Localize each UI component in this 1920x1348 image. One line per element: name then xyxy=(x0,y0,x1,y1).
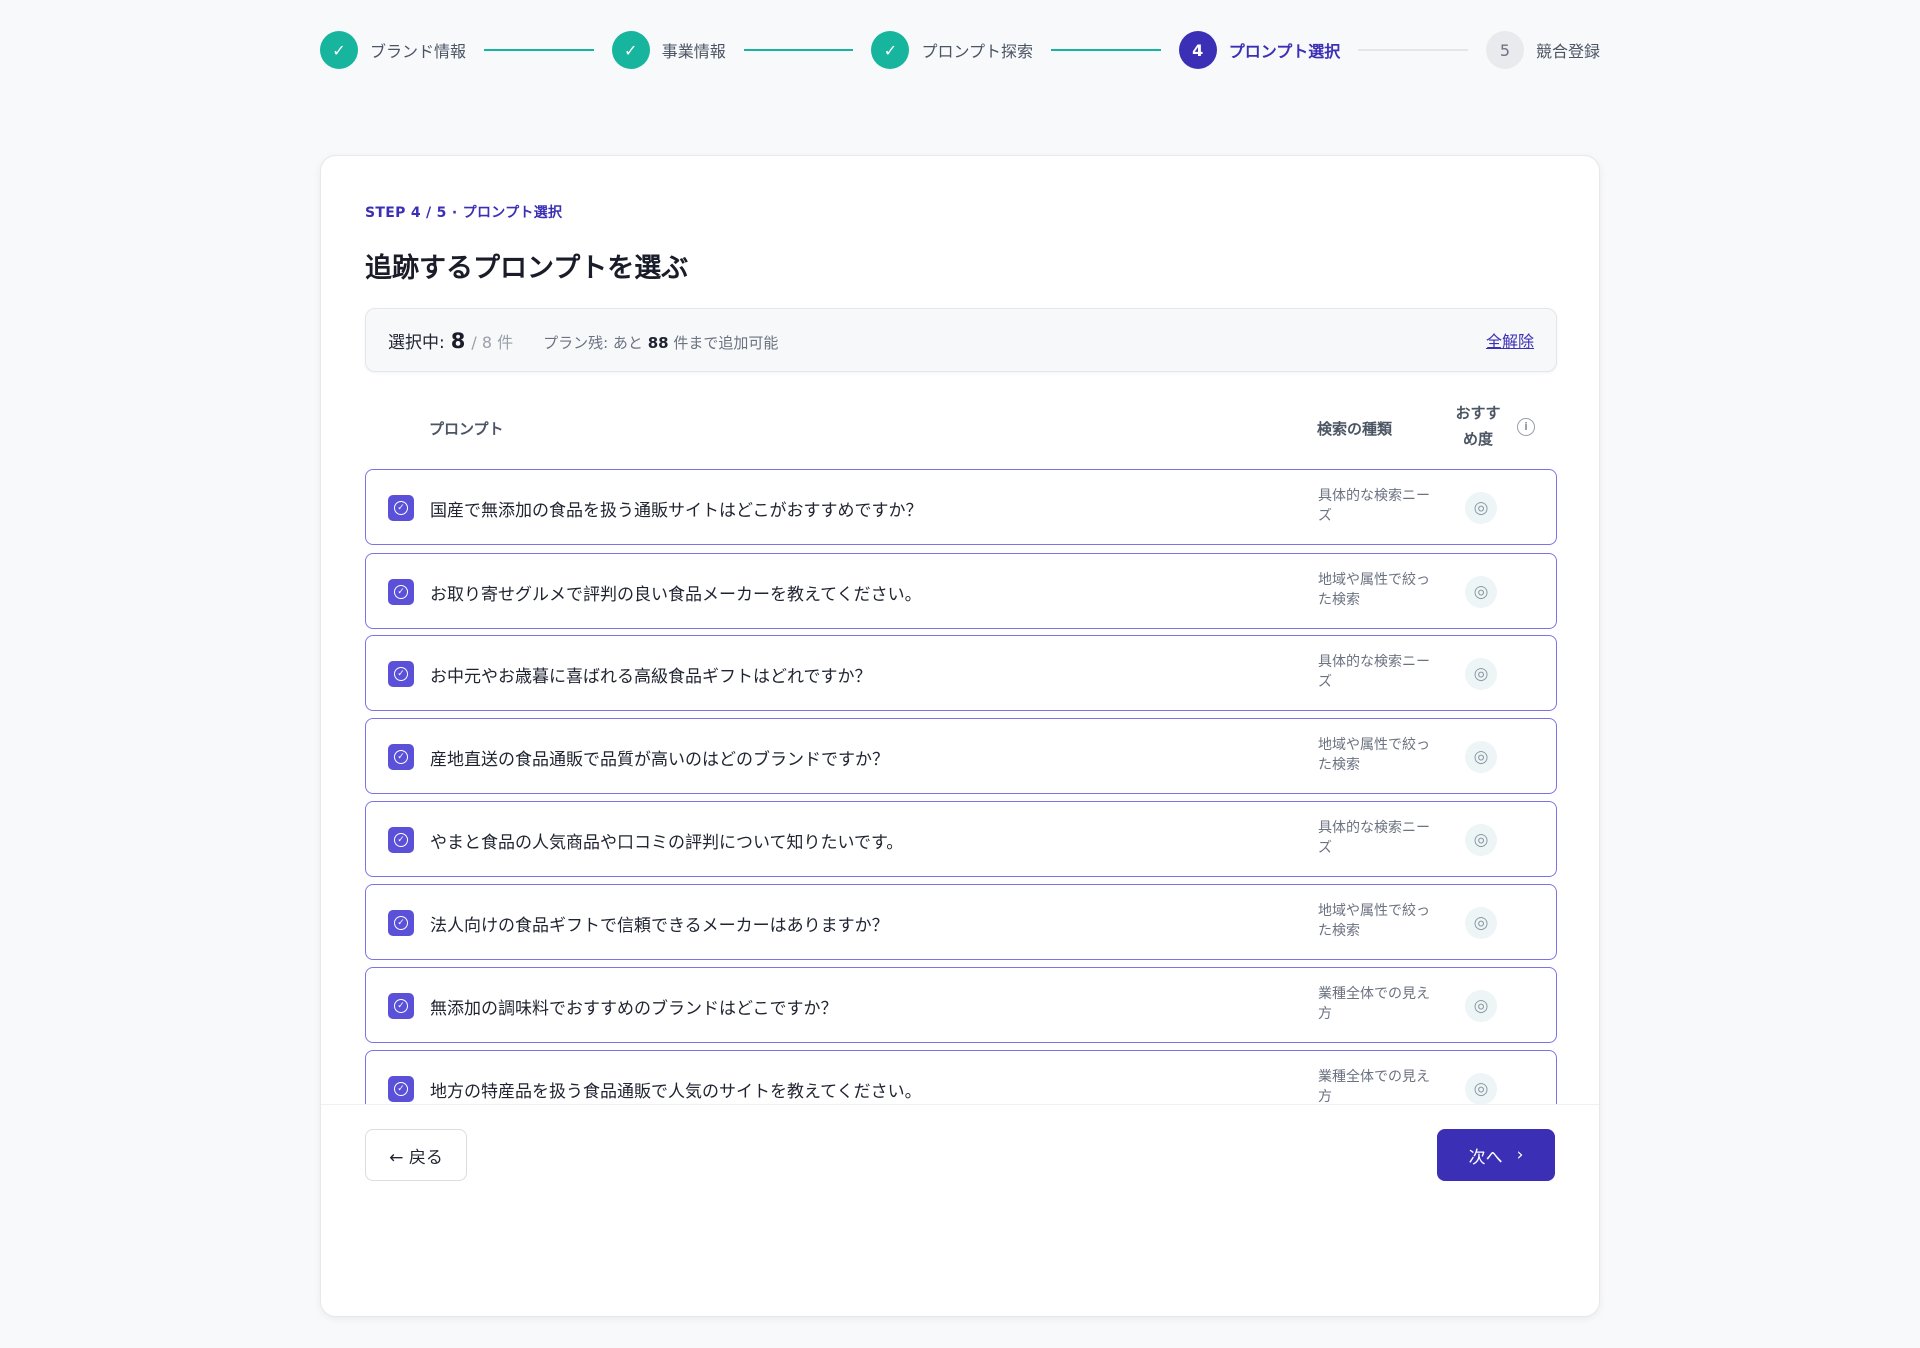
checkbox-checked[interactable]: ✓ xyxy=(388,827,414,853)
checkbox-checked[interactable]: ✓ xyxy=(388,495,414,521)
clear-all-link[interactable]: 全解除 xyxy=(1486,328,1534,352)
search-type: 具体的な検索ニーズ xyxy=(1318,654,1430,690)
prompt-row[interactable]: ✓ 法人向けの食品ギフトで信頼できるメーカーはありますか？ 地域や属性で絞った検… xyxy=(365,884,1557,960)
selected-count: 8 xyxy=(450,328,466,353)
search-type: 地域や属性で絞った検索 xyxy=(1318,572,1430,608)
recommend-icon: ◎ xyxy=(1465,741,1497,773)
plan-remaining-count: 88 xyxy=(647,333,669,352)
step-label: 事業情報 xyxy=(661,42,726,61)
page-title: 追跡するプロンプトを選ぶ xyxy=(365,253,689,284)
step-label: プロンプト選択 xyxy=(1228,42,1341,61)
table-header: プロンプト 検索の種類 おすすめ度 i xyxy=(365,396,1557,456)
check-icon: ✓ xyxy=(394,916,408,930)
checkbox-checked[interactable]: ✓ xyxy=(388,579,414,605)
card-footer: ← 戻る 次へ › xyxy=(321,1104,1599,1316)
step-connector xyxy=(484,49,594,51)
recommend-icon: ◎ xyxy=(1465,824,1497,856)
prompt-row[interactable]: ✓ 産地直送の食品通販で品質が高いのはどのブランドですか？ 地域や属性で絞った検… xyxy=(365,718,1557,794)
recommend-icon: ◎ xyxy=(1465,658,1497,690)
search-type: 業種全体での見え方 xyxy=(1318,986,1430,1022)
check-icon: ✓ xyxy=(394,667,408,681)
column-header-prompt: プロンプト xyxy=(429,420,504,438)
prompt-text: 産地直送の食品通販で品質が高いのはどのブランドですか？ xyxy=(430,750,889,770)
step-business-info[interactable]: ✓ 事業情報 xyxy=(611,31,726,69)
chevron-right-icon: › xyxy=(1516,1145,1524,1165)
checkbox-checked[interactable]: ✓ xyxy=(388,910,414,936)
step-connector xyxy=(743,49,854,51)
prompt-row[interactable]: ✓ 国産で無添加の食品を扱う通販サイトはどこがおすすめですか？ 具体的な検索ニー… xyxy=(365,469,1557,545)
selection-summary: 選択中: 8 / 8 件 プラン残: あと 88 件まで追加可能 全解除 xyxy=(365,308,1557,372)
check-icon: ✓ xyxy=(611,31,650,69)
search-type: 地域や属性で絞った検索 xyxy=(1318,737,1430,773)
check-icon: ✓ xyxy=(394,585,408,599)
plan-suffix: 件まで追加可能 xyxy=(673,333,779,352)
info-icon[interactable]: i xyxy=(1517,418,1535,436)
next-label: 次へ xyxy=(1468,1147,1503,1168)
step-connector xyxy=(1051,49,1161,51)
recommend-icon: ◎ xyxy=(1465,907,1497,939)
selected-total: / 8 件 xyxy=(471,332,514,352)
search-type: 地域や属性で絞った検索 xyxy=(1318,903,1430,939)
check-icon: ✓ xyxy=(394,1082,408,1096)
search-type: 業種全体での見え方 xyxy=(1318,1069,1430,1104)
search-type: 具体的な検索ニーズ xyxy=(1318,488,1430,524)
prompt-row[interactable]: ✓ やまと食品の人気商品や口コミの評判について知りたいです。 具体的な検索ニーズ… xyxy=(365,801,1557,877)
recommend-icon: ◎ xyxy=(1465,576,1497,608)
step-brand-info[interactable]: ✓ ブランド情報 xyxy=(320,31,466,69)
check-icon: ✓ xyxy=(394,999,408,1013)
recommend-icon: ◎ xyxy=(1465,1073,1497,1104)
step-label: プロンプト探索 xyxy=(921,42,1033,61)
check-icon: ✓ xyxy=(394,833,408,847)
step-label: 競合登録 xyxy=(1535,42,1600,61)
prompt-row[interactable]: ✓ 無添加の調味料でおすすめのブランドはどこですか？ 業種全体での見え方 ◎ xyxy=(365,967,1557,1043)
prompt-text: やまと食品の人気商品や口コミの評判について知りたいです。 xyxy=(430,833,904,853)
step-competitor-register: 5 競合登録 xyxy=(1485,31,1600,69)
checkbox-checked[interactable]: ✓ xyxy=(388,661,414,687)
checkbox-checked[interactable]: ✓ xyxy=(388,744,414,770)
search-type: 具体的な検索ニーズ xyxy=(1318,820,1430,856)
plan-remaining-text: プラン残: あと 88 件まで追加可能 xyxy=(543,332,778,353)
prompt-text: 法人向けの食品ギフトで信頼できるメーカーはありますか？ xyxy=(430,916,889,936)
plan-prefix: プラン残: あと xyxy=(543,333,643,352)
selected-label: 選択中: xyxy=(388,332,445,353)
step-label: ブランド情報 xyxy=(370,42,467,61)
check-icon: ✓ xyxy=(871,31,910,69)
back-button[interactable]: ← 戻る xyxy=(365,1129,467,1181)
check-icon: ✓ xyxy=(394,501,408,515)
prompt-text: 国産で無添加の食品を扱う通販サイトはどこがおすすめですか？ xyxy=(430,501,923,521)
step-connector xyxy=(1358,49,1468,51)
progress-stepper: ✓ ブランド情報 ✓ 事業情報 ✓ プロンプト探索 4 プロンプト選択 5 競合… xyxy=(320,30,1600,70)
prompt-text: お中元やお歳暮に喜ばれる高級食品ギフトはどれですか？ xyxy=(430,667,872,687)
step-prompt-explore[interactable]: ✓ プロンプト探索 xyxy=(871,31,1033,69)
prompt-row[interactable]: ✓ 地方の特産品を扱う食品通販で人気のサイトを教えてください。 業種全体での見え… xyxy=(365,1050,1557,1104)
prompt-text: お取り寄せグルメで評判の良い食品メーカーを教えてください。 xyxy=(430,585,922,605)
recommend-icon: ◎ xyxy=(1465,492,1497,524)
prompt-list[interactable]: ✓ 国産で無添加の食品を扱う通販サイトはどこがおすすめですか？ 具体的な検索ニー… xyxy=(365,469,1557,1104)
next-button[interactable]: 次へ › xyxy=(1437,1129,1555,1181)
checkbox-checked[interactable]: ✓ xyxy=(388,993,414,1019)
column-header-recommend: おすすめ度 xyxy=(1455,404,1501,448)
step-number: 5 xyxy=(1485,31,1524,69)
step-prompt-select: 4 プロンプト選択 xyxy=(1178,31,1341,69)
prompt-select-card: STEP 4 / 5 · プロンプト選択 追跡するプロンプトを選ぶ 選択中: 8… xyxy=(320,155,1600,1317)
check-icon: ✓ xyxy=(394,750,408,764)
recommend-icon: ◎ xyxy=(1465,990,1497,1022)
prompt-row[interactable]: ✓ お取り寄せグルメで評判の良い食品メーカーを教えてください。 地域や属性で絞っ… xyxy=(365,553,1557,629)
check-icon: ✓ xyxy=(320,31,358,69)
prompt-text: 地方の特産品を扱う食品通販で人気のサイトを教えてください。 xyxy=(430,1082,922,1102)
prompt-text: 無添加の調味料でおすすめのブランドはどこですか？ xyxy=(430,999,838,1019)
column-header-search-type: 検索の種類 xyxy=(1317,420,1393,438)
step-kicker: STEP 4 / 5 · プロンプト選択 xyxy=(365,205,563,221)
step-number: 4 xyxy=(1178,31,1217,69)
prompt-row[interactable]: ✓ お中元やお歳暮に喜ばれる高級食品ギフトはどれですか？ 具体的な検索ニーズ ◎ xyxy=(365,635,1557,711)
checkbox-checked[interactable]: ✓ xyxy=(388,1076,414,1102)
